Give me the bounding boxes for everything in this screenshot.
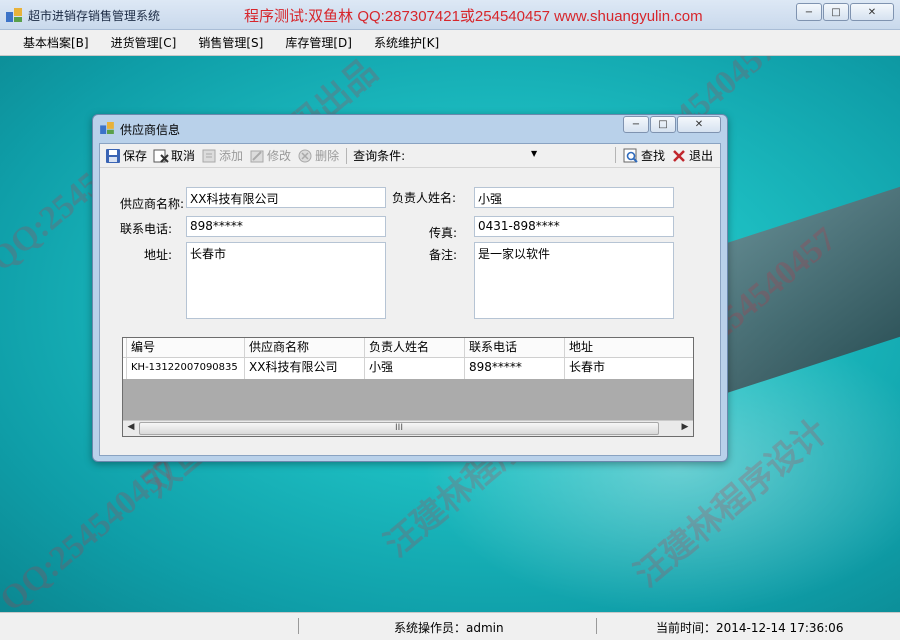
query-condition-label: 查询条件: bbox=[353, 149, 406, 163]
supplier-grid[interactable]: 编号 供应商名称 负责人姓名 联系电话 地址 KH-13122007090835… bbox=[122, 337, 694, 437]
column-header-id[interactable]: 编号 bbox=[127, 338, 245, 357]
fax-field[interactable]: 0431-898**** bbox=[474, 216, 674, 237]
save-button[interactable]: 保存 bbox=[102, 147, 150, 164]
app-icon bbox=[6, 8, 22, 22]
address-field[interactable]: 长春市 bbox=[186, 242, 386, 319]
table-row[interactable]: KH-13122007090835 XX科技有限公司 小强 898***** 长… bbox=[123, 358, 693, 379]
scroll-left-icon[interactable]: ◀ bbox=[124, 422, 138, 435]
chevron-down-icon: ▼ bbox=[530, 148, 538, 158]
edit-label: 修改 bbox=[267, 149, 292, 163]
scroll-thumb[interactable]: III bbox=[139, 422, 659, 435]
address-label: 地址: bbox=[144, 248, 173, 262]
add-label: 添加 bbox=[219, 149, 244, 163]
dialog-title-bar: 供应商信息 − □ ✕ bbox=[93, 115, 727, 141]
phone-field[interactable]: 898***** bbox=[186, 216, 386, 237]
cancel-button[interactable]: 取消 bbox=[150, 147, 198, 164]
dialog-window-controls: − □ ✕ bbox=[622, 116, 721, 133]
query-condition-select[interactable]: ▼ bbox=[407, 147, 537, 165]
dialog-maximize-button[interactable]: □ bbox=[650, 116, 676, 133]
menu-system[interactable]: 系统维护[K] bbox=[363, 34, 450, 51]
menu-bar: 基本档案[B] 进货管理[C] 销售管理[S] 库存管理[D] 系统维护[K] bbox=[0, 30, 900, 56]
exit-label: 退出 bbox=[688, 149, 713, 163]
dialog-title: 供应商信息 bbox=[120, 123, 181, 137]
menu-basic-records[interactable]: 基本档案[B] bbox=[12, 34, 100, 51]
minimize-button[interactable]: − bbox=[796, 3, 822, 21]
cell-contact-name[interactable]: 小强 bbox=[365, 358, 465, 379]
toolbar-separator bbox=[346, 147, 348, 164]
main-title-bar: 超市进销存销售管理系统 程序测试:双鱼林 QQ:287307421或254540… bbox=[0, 0, 900, 30]
save-label: 保存 bbox=[123, 149, 148, 163]
column-header-phone[interactable]: 联系电话 bbox=[465, 338, 565, 357]
cell-id[interactable]: KH-13122007090835 bbox=[127, 358, 245, 379]
add-icon bbox=[202, 149, 216, 162]
supplier-name-label: 供应商名称: bbox=[120, 197, 185, 211]
maximize-button[interactable]: □ bbox=[823, 3, 849, 21]
horizontal-scrollbar[interactable]: ◀ III ▶ bbox=[123, 420, 693, 436]
cancel-icon bbox=[153, 149, 169, 163]
delete-button[interactable]: 删除 bbox=[294, 147, 342, 164]
save-icon bbox=[106, 148, 120, 163]
close-button[interactable]: ✕ bbox=[850, 3, 894, 21]
contact-name-label: 负责人姓名: bbox=[392, 191, 457, 205]
status-separator bbox=[596, 618, 597, 634]
phone-label: 联系电话: bbox=[120, 222, 173, 236]
exit-icon bbox=[673, 149, 685, 162]
scroll-right-icon[interactable]: ▶ bbox=[678, 422, 692, 435]
status-separator bbox=[298, 618, 299, 634]
operator-status: 系统操作员：admin bbox=[394, 621, 504, 635]
cell-phone[interactable]: 898***** bbox=[465, 358, 565, 379]
supplier-name-field[interactable]: XX科技有限公司 bbox=[186, 187, 386, 208]
cancel-label: 取消 bbox=[171, 149, 196, 163]
search-button[interactable]: 查找 bbox=[620, 147, 668, 164]
search-label: 查找 bbox=[640, 149, 665, 163]
status-bar: 系统操作员：admin 当前时间：2014-12-14 17:36:06 bbox=[0, 612, 900, 640]
column-header-contact-name[interactable]: 负责人姓名 bbox=[365, 338, 465, 357]
cell-address[interactable]: 长春市 bbox=[565, 358, 693, 379]
toolbar-separator bbox=[614, 147, 616, 163]
supplier-dialog: 供应商信息 − □ ✕ 保存 取消 添加 修改 删除 查询条件: ▼ 查找 退出… bbox=[92, 114, 728, 462]
current-time-status: 当前时间：2014-12-14 17:36:06 bbox=[656, 621, 844, 635]
delete-icon bbox=[298, 149, 312, 162]
edit-button[interactable]: 修改 bbox=[246, 147, 294, 164]
column-header-supplier-name[interactable]: 供应商名称 bbox=[245, 338, 365, 357]
dialog-body: 保存 取消 添加 修改 删除 查询条件: ▼ 查找 退出 供应商名称: XX科技… bbox=[99, 143, 721, 456]
remark-label: 备注: bbox=[429, 248, 458, 262]
menu-inventory[interactable]: 库存管理[D] bbox=[274, 34, 363, 51]
exit-button[interactable]: 退出 bbox=[668, 147, 716, 164]
toolbar-right-group: 查找 退出 bbox=[611, 147, 716, 164]
grid-header-row: 编号 供应商名称 负责人姓名 联系电话 地址 bbox=[123, 338, 693, 358]
dialog-minimize-button[interactable]: − bbox=[623, 116, 649, 133]
fax-label: 传真: bbox=[429, 226, 458, 240]
edit-icon bbox=[250, 150, 264, 162]
menu-sales[interactable]: 销售管理[S] bbox=[187, 34, 274, 51]
cell-supplier-name[interactable]: XX科技有限公司 bbox=[245, 358, 365, 379]
dialog-close-button[interactable]: ✕ bbox=[677, 116, 721, 133]
search-icon bbox=[623, 148, 638, 163]
column-header-address[interactable]: 地址 bbox=[565, 338, 693, 357]
banner-text: 程序测试:双鱼林 QQ:287307421或254540457 www.shua… bbox=[244, 8, 703, 25]
watermark: QQ:254540457 bbox=[0, 450, 184, 612]
remark-field[interactable]: 是一家以软件 bbox=[474, 242, 674, 319]
toolbar: 保存 取消 添加 修改 删除 查询条件: ▼ 查找 退出 bbox=[100, 144, 720, 168]
delete-label: 删除 bbox=[315, 149, 340, 163]
contact-name-field[interactable]: 小强 bbox=[474, 187, 674, 208]
menu-purchase[interactable]: 进货管理[C] bbox=[100, 34, 188, 51]
main-window-controls: − □ ✕ bbox=[795, 3, 894, 21]
add-button[interactable]: 添加 bbox=[198, 147, 246, 164]
app-icon bbox=[100, 122, 114, 134]
app-title: 超市进销存销售管理系统 bbox=[28, 9, 161, 23]
